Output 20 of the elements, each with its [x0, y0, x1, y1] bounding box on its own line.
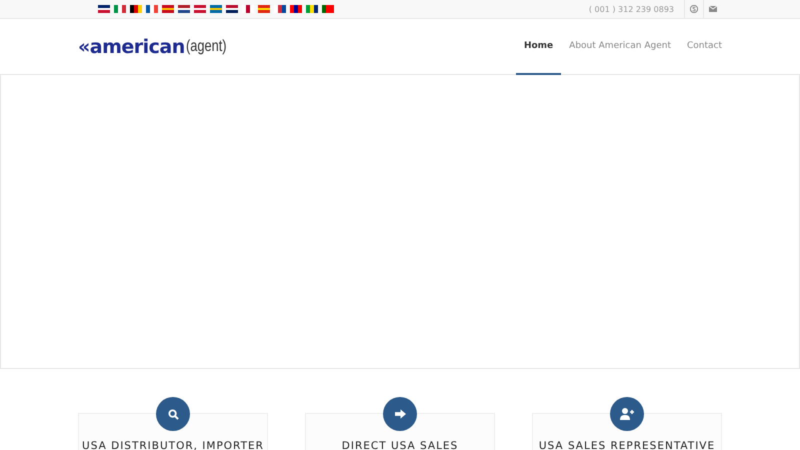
flag-icon[interactable]	[146, 5, 158, 13]
phone-number: ( 001 ) 312 239 0893	[588, 4, 675, 14]
flag-icon[interactable]	[226, 5, 238, 13]
mail-icon[interactable]	[709, 6, 717, 12]
feature-title: USA SALES REPRESENTATIVE	[538, 440, 716, 450]
logo[interactable]: «american(agent)	[78, 19, 236, 74]
search-icon	[168, 408, 178, 420]
feature-title: USA DISTRIBUTOR, IMPORTER	[82, 440, 264, 450]
arrow-icon	[394, 409, 406, 419]
flag-icon[interactable]	[306, 5, 318, 13]
skype-icon[interactable]	[690, 5, 698, 13]
feature-title: DIRECT USA SALES	[342, 440, 458, 450]
nav-link[interactable]: Contact	[678, 19, 730, 75]
flag-icon[interactable]	[98, 5, 110, 13]
user-add-icon	[620, 408, 634, 420]
nav-link[interactable]: About American Agent	[561, 19, 679, 75]
flag-icon[interactable]	[178, 5, 190, 13]
flag-icon[interactable]	[242, 5, 254, 13]
flag-icon[interactable]	[130, 5, 142, 13]
flag-icon[interactable]	[274, 5, 286, 13]
